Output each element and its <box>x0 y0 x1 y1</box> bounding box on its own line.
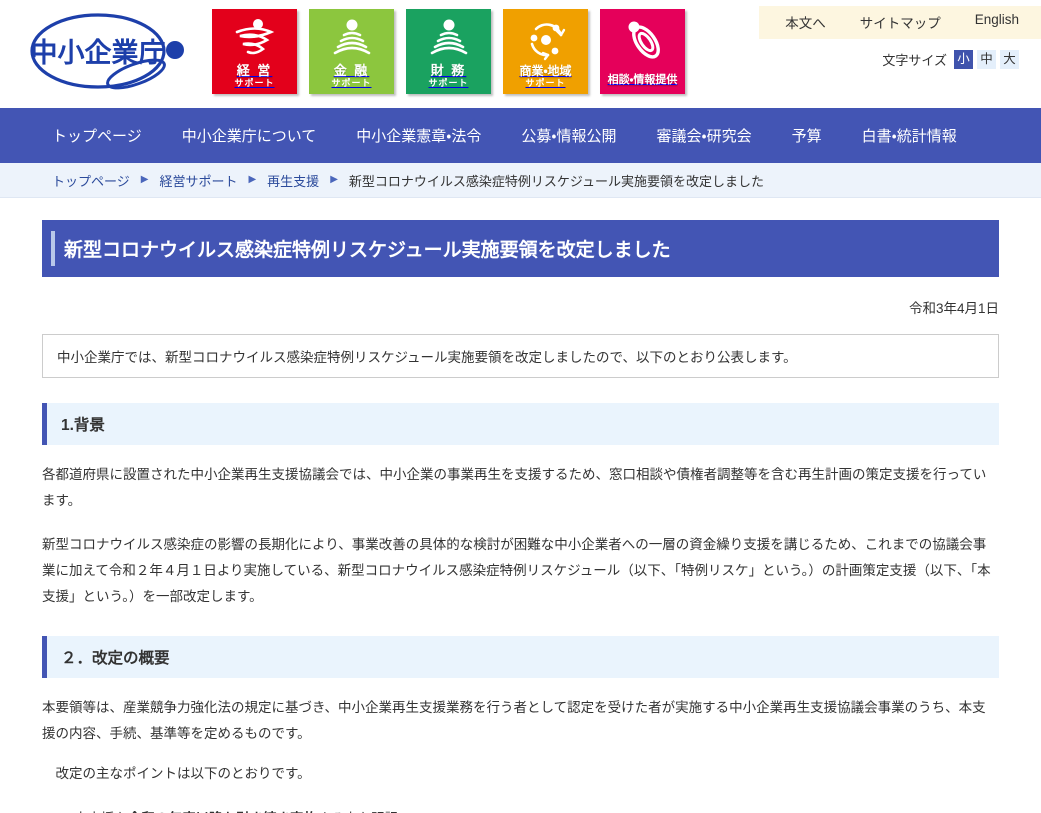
section-heading-background: 1.背景 <box>42 403 999 445</box>
utility-link-sitemap[interactable]: サイトマップ <box>860 12 941 32</box>
font-size-medium-button[interactable]: 中 <box>977 50 996 69</box>
swirl-icon <box>600 14 685 66</box>
logo-icon: 中小企業庁 <box>30 13 184 90</box>
nav-item-top[interactable]: トップページ <box>52 125 142 146</box>
breadcrumb-item-top[interactable]: トップページ <box>52 171 130 190</box>
breadcrumb-item-current: 新型コロナウイルス感染症特例リスケジュール実施要領を改定しました <box>348 173 764 189</box>
nav-item-public-offering[interactable]: 公募・情報公開 <box>521 125 616 146</box>
banner-label-line1: 商業・地域 <box>519 64 572 78</box>
svg-text:中小企業庁: 中小企業庁 <box>31 38 166 69</box>
radiate-icon <box>406 14 491 66</box>
section-heading-overview: ２．改定の概要 <box>42 635 999 678</box>
banner-kinyu-support[interactable]: 金 融 サポート <box>309 9 394 94</box>
section2-paragraph-1: 本要領等は、産業競争力強化法の規定に基づき、中小企業再生支援業務を行う者として認… <box>42 699 986 741</box>
font-size-label: 文字サイズ <box>882 53 947 68</box>
utility-link-honbun[interactable]: 本文へ <box>785 12 826 32</box>
global-navigation: トップページ 中小企業庁について 中小企業憲章・法令 公募・情報公開 審議会・研… <box>0 108 1041 163</box>
site-logo[interactable]: 中小企業庁 <box>18 6 203 101</box>
font-size-small-button[interactable]: 小 <box>954 50 973 69</box>
font-size-control: 文字サイズ 小 中 大 <box>882 50 1019 69</box>
breadcrumb: トップページ ▶ 経営サポート ▶ 再生支援 ▶ 新型コロナウイルス感染症特例リ… <box>0 163 1041 198</box>
section2-paragraph-2: 改定の主なポイントは以下のとおりです。 <box>42 766 311 782</box>
banner-label-line2: サポート <box>234 78 275 88</box>
banner-label-line2: サポート <box>525 78 566 88</box>
banner-zaimu-support[interactable]: 財 務 サポート <box>406 9 491 94</box>
orbit-icon <box>503 14 588 66</box>
radiate-icon <box>309 14 394 66</box>
nav-item-about[interactable]: 中小企業庁について <box>182 125 317 146</box>
banner-shogyo-chiiki-support[interactable]: 商業・地域 サポート <box>503 9 588 94</box>
breadcrumb-separator-icon: ▶ <box>330 174 338 185</box>
nav-item-whitepaper-stats[interactable]: 白書・統計情報 <box>862 125 957 146</box>
banner-label-line2: サポート <box>428 78 469 88</box>
breadcrumb-separator-icon: ▶ <box>140 174 149 185</box>
page-title: 新型コロナウイルス感染症特例リスケジュール実施要領を改定しました <box>42 220 999 277</box>
banner-keiei-support[interactable]: 経 営 サポート <box>212 9 297 94</box>
support-banner-list: 経 営 サポート 金 融 サポート 財 務 サポート 商業・地域 サポート 相談… <box>212 9 685 94</box>
breadcrumb-item-keiei-support[interactable]: 経営サポート <box>159 171 237 190</box>
main-content: 新型コロナウイルス感染症特例リスケジュール実施要領を改定しました 令和3年4月1… <box>0 198 1041 813</box>
banner-sodan-joho[interactable]: 相談・情報提供 <box>600 9 685 94</box>
nav-item-charter-law[interactable]: 中小企業憲章・法令 <box>356 125 481 146</box>
font-size-large-button[interactable]: 大 <box>1000 50 1019 69</box>
revision-points-list: 本支援を令和３年度以降も引き続き実施する点を明記 <box>42 806 999 813</box>
banner-label-line2: サポート <box>331 78 372 88</box>
spiral-icon <box>212 14 297 66</box>
lead-box: 中小企業庁では、新型コロナウイルス感染症特例リスケジュール実施要領を改定しました… <box>42 334 999 378</box>
breadcrumb-separator-icon: ▶ <box>248 174 257 185</box>
site-header: 中小企業庁 経 営 サポート 金 融 サポート 財 務 サポート 商業・地域 サ… <box>0 0 1041 108</box>
section1-paragraph-1: 各都道府県に設置された中小企業再生支援協議会では、中小企業の事業再生を支援するた… <box>42 467 987 509</box>
utility-link-english[interactable]: English <box>975 12 1019 32</box>
publish-date: 令和3年4月1日 <box>908 301 999 316</box>
banner-label-line1: 相談・情報提供 <box>607 74 678 86</box>
nav-item-budget[interactable]: 予算 <box>792 125 822 146</box>
breadcrumb-item-saisei-shien[interactable]: 再生支援 <box>267 171 319 190</box>
utility-links: 本文へ サイトマップ English <box>759 6 1041 39</box>
section1-paragraph-2: 新型コロナウイルス感染症の影響の長期化により、事業改善の具体的な検討が困難な中小… <box>42 536 991 605</box>
nav-item-councils[interactable]: 審議会・研究会 <box>656 125 751 146</box>
list-item: 本支援を令和３年度以降も引き続き実施する点を明記 <box>74 806 999 813</box>
